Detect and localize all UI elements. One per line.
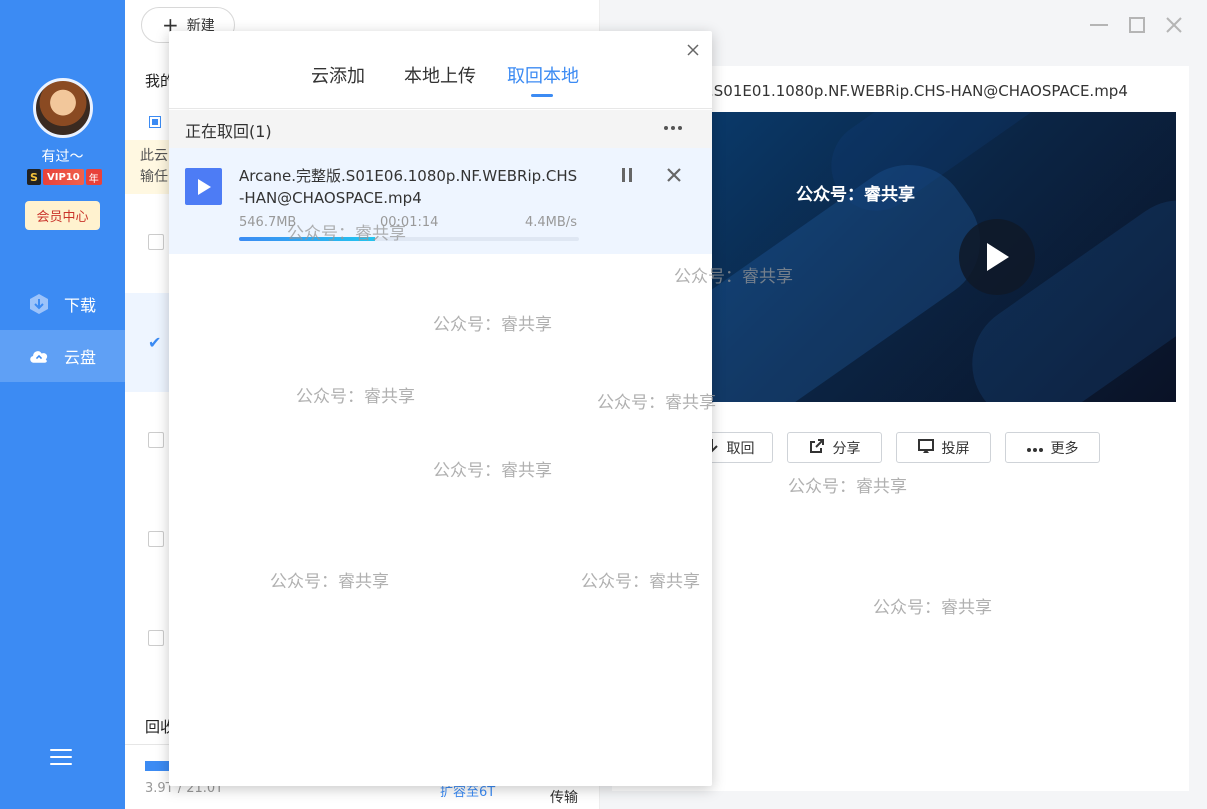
minimize-icon[interactable] xyxy=(1088,14,1110,36)
task-speed: 4.4MB/s xyxy=(525,215,577,230)
row-checkbox[interactable] xyxy=(148,531,164,547)
hamburger-menu-icon[interactable] xyxy=(50,749,72,767)
select-all-checkbox[interactable] xyxy=(149,116,161,128)
avatar[interactable] xyxy=(33,78,93,138)
tab-retrieve-local[interactable]: 取回本地 xyxy=(507,62,579,88)
window-close-icon[interactable] xyxy=(1163,14,1185,36)
progress-fill xyxy=(239,237,375,241)
sidebar: 有过～ S VIP10 年 会员中心 下载 云盘 xyxy=(0,0,125,809)
action-bar: 取回 分享 投屏 更多 xyxy=(686,432,1100,463)
cast-label: 投屏 xyxy=(941,440,970,457)
play-icon[interactable] xyxy=(959,219,1035,295)
sidebar-item-download[interactable]: 下载 xyxy=(0,278,125,330)
close-icon[interactable] xyxy=(684,41,702,59)
more-label: 更多 xyxy=(1050,440,1079,457)
tab-local-upload[interactable]: 本地上传 xyxy=(404,62,476,88)
more-dots-icon xyxy=(1026,440,1043,456)
sidebar-item-label: 云盘 xyxy=(64,348,97,367)
transfer-label[interactable]: 传输 xyxy=(550,787,578,807)
share-button[interactable]: 分享 xyxy=(787,432,882,463)
member-center-button[interactable]: 会员中心 xyxy=(25,201,100,230)
transfer-task[interactable]: Arcane.完整版.S01E06.1080p.NF.WEBRip.CHS-HA… xyxy=(169,148,712,254)
transfer-dialog: 云添加 本地上传 取回本地 正在取回(1) Arcane.完整版.S01E06.… xyxy=(169,31,712,786)
cast-screen-icon xyxy=(917,438,934,458)
vip-year-badge: 年 xyxy=(85,169,102,185)
cloud-icon xyxy=(28,345,50,367)
download-shield-icon xyxy=(28,293,50,315)
task-size: 546.7MB xyxy=(239,215,297,230)
retrieve-label: 取回 xyxy=(726,440,755,457)
cast-button[interactable]: 投屏 xyxy=(896,432,991,463)
task-file-name: Arcane.完整版.S01E06.1080p.NF.WEBRip.CHS-HA… xyxy=(239,167,578,207)
more-button[interactable]: 更多 xyxy=(1005,432,1100,463)
video-file-icon xyxy=(185,168,222,205)
section-title: 正在取回(1) xyxy=(185,122,272,141)
active-tab-indicator xyxy=(531,94,553,97)
tab-cloud-add[interactable]: 云添加 xyxy=(311,62,365,88)
vip-level-badge: VIP10 xyxy=(43,169,84,185)
video-player[interactable]: 公众号：睿共享 xyxy=(696,112,1176,402)
sidebar-item-cloud[interactable]: 云盘 xyxy=(0,330,125,382)
preview-title: 版.S01E01.1080p.NF.WEBRip.CHS-HAN@CHAOSPA… xyxy=(694,82,1128,100)
dialog-tabs: 云添加 本地上传 取回本地 xyxy=(169,31,712,109)
username: 有过～ xyxy=(41,149,84,165)
pause-icon[interactable] xyxy=(622,168,636,184)
share-label: 分享 xyxy=(832,440,861,457)
vip-badge[interactable]: S VIP10 年 xyxy=(27,169,102,185)
video-watermark: 公众号：睿共享 xyxy=(796,185,915,205)
row-checkbox[interactable] xyxy=(148,234,164,250)
storage-bar xyxy=(145,761,169,771)
task-time: 00:01:14 xyxy=(380,215,439,230)
row-checkbox[interactable] xyxy=(148,630,164,646)
progress-bar xyxy=(239,237,579,241)
cancel-icon[interactable] xyxy=(666,167,682,183)
vip-s-badge: S xyxy=(27,169,41,185)
share-icon xyxy=(809,438,825,458)
section-header: 正在取回(1) xyxy=(169,110,712,148)
row-checkbox[interactable] xyxy=(148,432,164,448)
maximize-icon[interactable] xyxy=(1126,14,1148,36)
checkmark-icon[interactable]: ✔ xyxy=(148,333,164,352)
sidebar-item-label: 下载 xyxy=(64,296,97,315)
more-dots-icon[interactable] xyxy=(664,126,682,130)
